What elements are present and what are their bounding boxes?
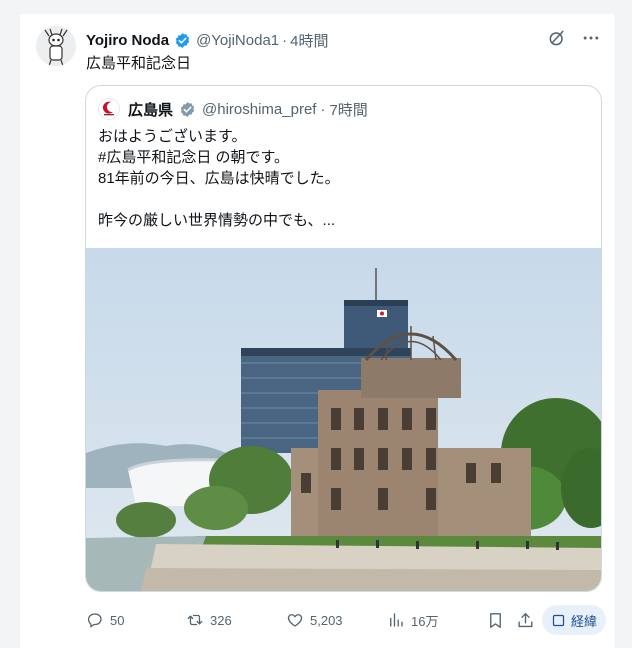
tweet-header: Yojiro Noda @YojiNoda1 · 4時間: [86, 30, 328, 50]
reply-button[interactable]: 50: [86, 611, 124, 629]
separator-dot: ·: [282, 31, 288, 49]
reply-icon: [87, 613, 102, 628]
translate-label: 経緯: [570, 613, 597, 629]
more-dots-icon[interactable]: [581, 28, 601, 48]
avatar[interactable]: [36, 26, 76, 66]
quoted-display-name[interactable]: 広島県: [128, 99, 173, 120]
quoted-handle[interactable]: @hiroshima_pref: [202, 101, 316, 118]
quoted-post-time[interactable]: 7時間: [329, 99, 367, 120]
views-button[interactable]: 16万: [387, 611, 438, 630]
repost-button[interactable]: 326: [186, 611, 232, 629]
view-count: 16万: [411, 613, 439, 629]
quoted-text-line: 昨今の厳しい世界情勢の中でも、...: [98, 212, 336, 229]
quoted-text-line: おはようございます。: [98, 128, 247, 145]
character-avatar-icon: [36, 26, 76, 66]
quoted-avatar[interactable]: [98, 98, 120, 120]
repost-icon: [187, 614, 203, 626]
quoted-tweet[interactable]: 広島県 @hiroshima_pref · 7時間 おはようございます。 #広島…: [85, 85, 602, 592]
translate-button[interactable]: 経緯: [542, 605, 606, 635]
quoted-tweet-header: 広島県 @hiroshima_pref · 7時間: [98, 98, 368, 120]
hiroshima-prefecture-logo-icon: [99, 99, 119, 119]
user-handle[interactable]: @YojiNoda1: [196, 32, 279, 49]
tweet-text: 広島平和記念日: [86, 55, 192, 72]
post-time[interactable]: 4時間: [290, 30, 328, 51]
tweet-card[interactable]: Yojiro Noda @YojiNoda1 · 4時間 広島平和記念日 広島県…: [19, 14, 616, 648]
repost-count: 326: [210, 612, 232, 628]
quoted-text-line: [98, 189, 340, 210]
quoted-separator-dot: ·: [320, 100, 326, 118]
like-button[interactable]: 5,203: [286, 611, 343, 629]
action-bar: 50 326 5,203 16万 経緯: [86, 605, 606, 635]
views-chart-icon: [390, 613, 403, 627]
square-icon: [552, 614, 565, 626]
quoted-text-line: 81年前の今日、広島は快晴でした。: [98, 170, 340, 187]
quoted-text-line: #広島平和記念日 の朝です。: [98, 149, 290, 166]
top-actions: [547, 28, 601, 48]
like-count: 5,203: [310, 612, 343, 628]
bookmark-icon[interactable]: [486, 611, 505, 630]
grok-icon[interactable]: [547, 28, 567, 48]
display-name[interactable]: Yojiro Noda: [86, 32, 169, 49]
reply-count: 50: [110, 612, 125, 628]
gray-verified-badge-icon: [180, 101, 195, 117]
share-icon[interactable]: [516, 611, 535, 630]
quoted-tweet-text: おはようございます。 #広島平和記念日 の朝です。 81年前の今日、広島は快晴で…: [98, 126, 340, 231]
heart-icon: [287, 614, 303, 627]
atomic-bomb-dome-photo[interactable]: [86, 248, 601, 591]
verified-badge-icon: [175, 32, 190, 48]
